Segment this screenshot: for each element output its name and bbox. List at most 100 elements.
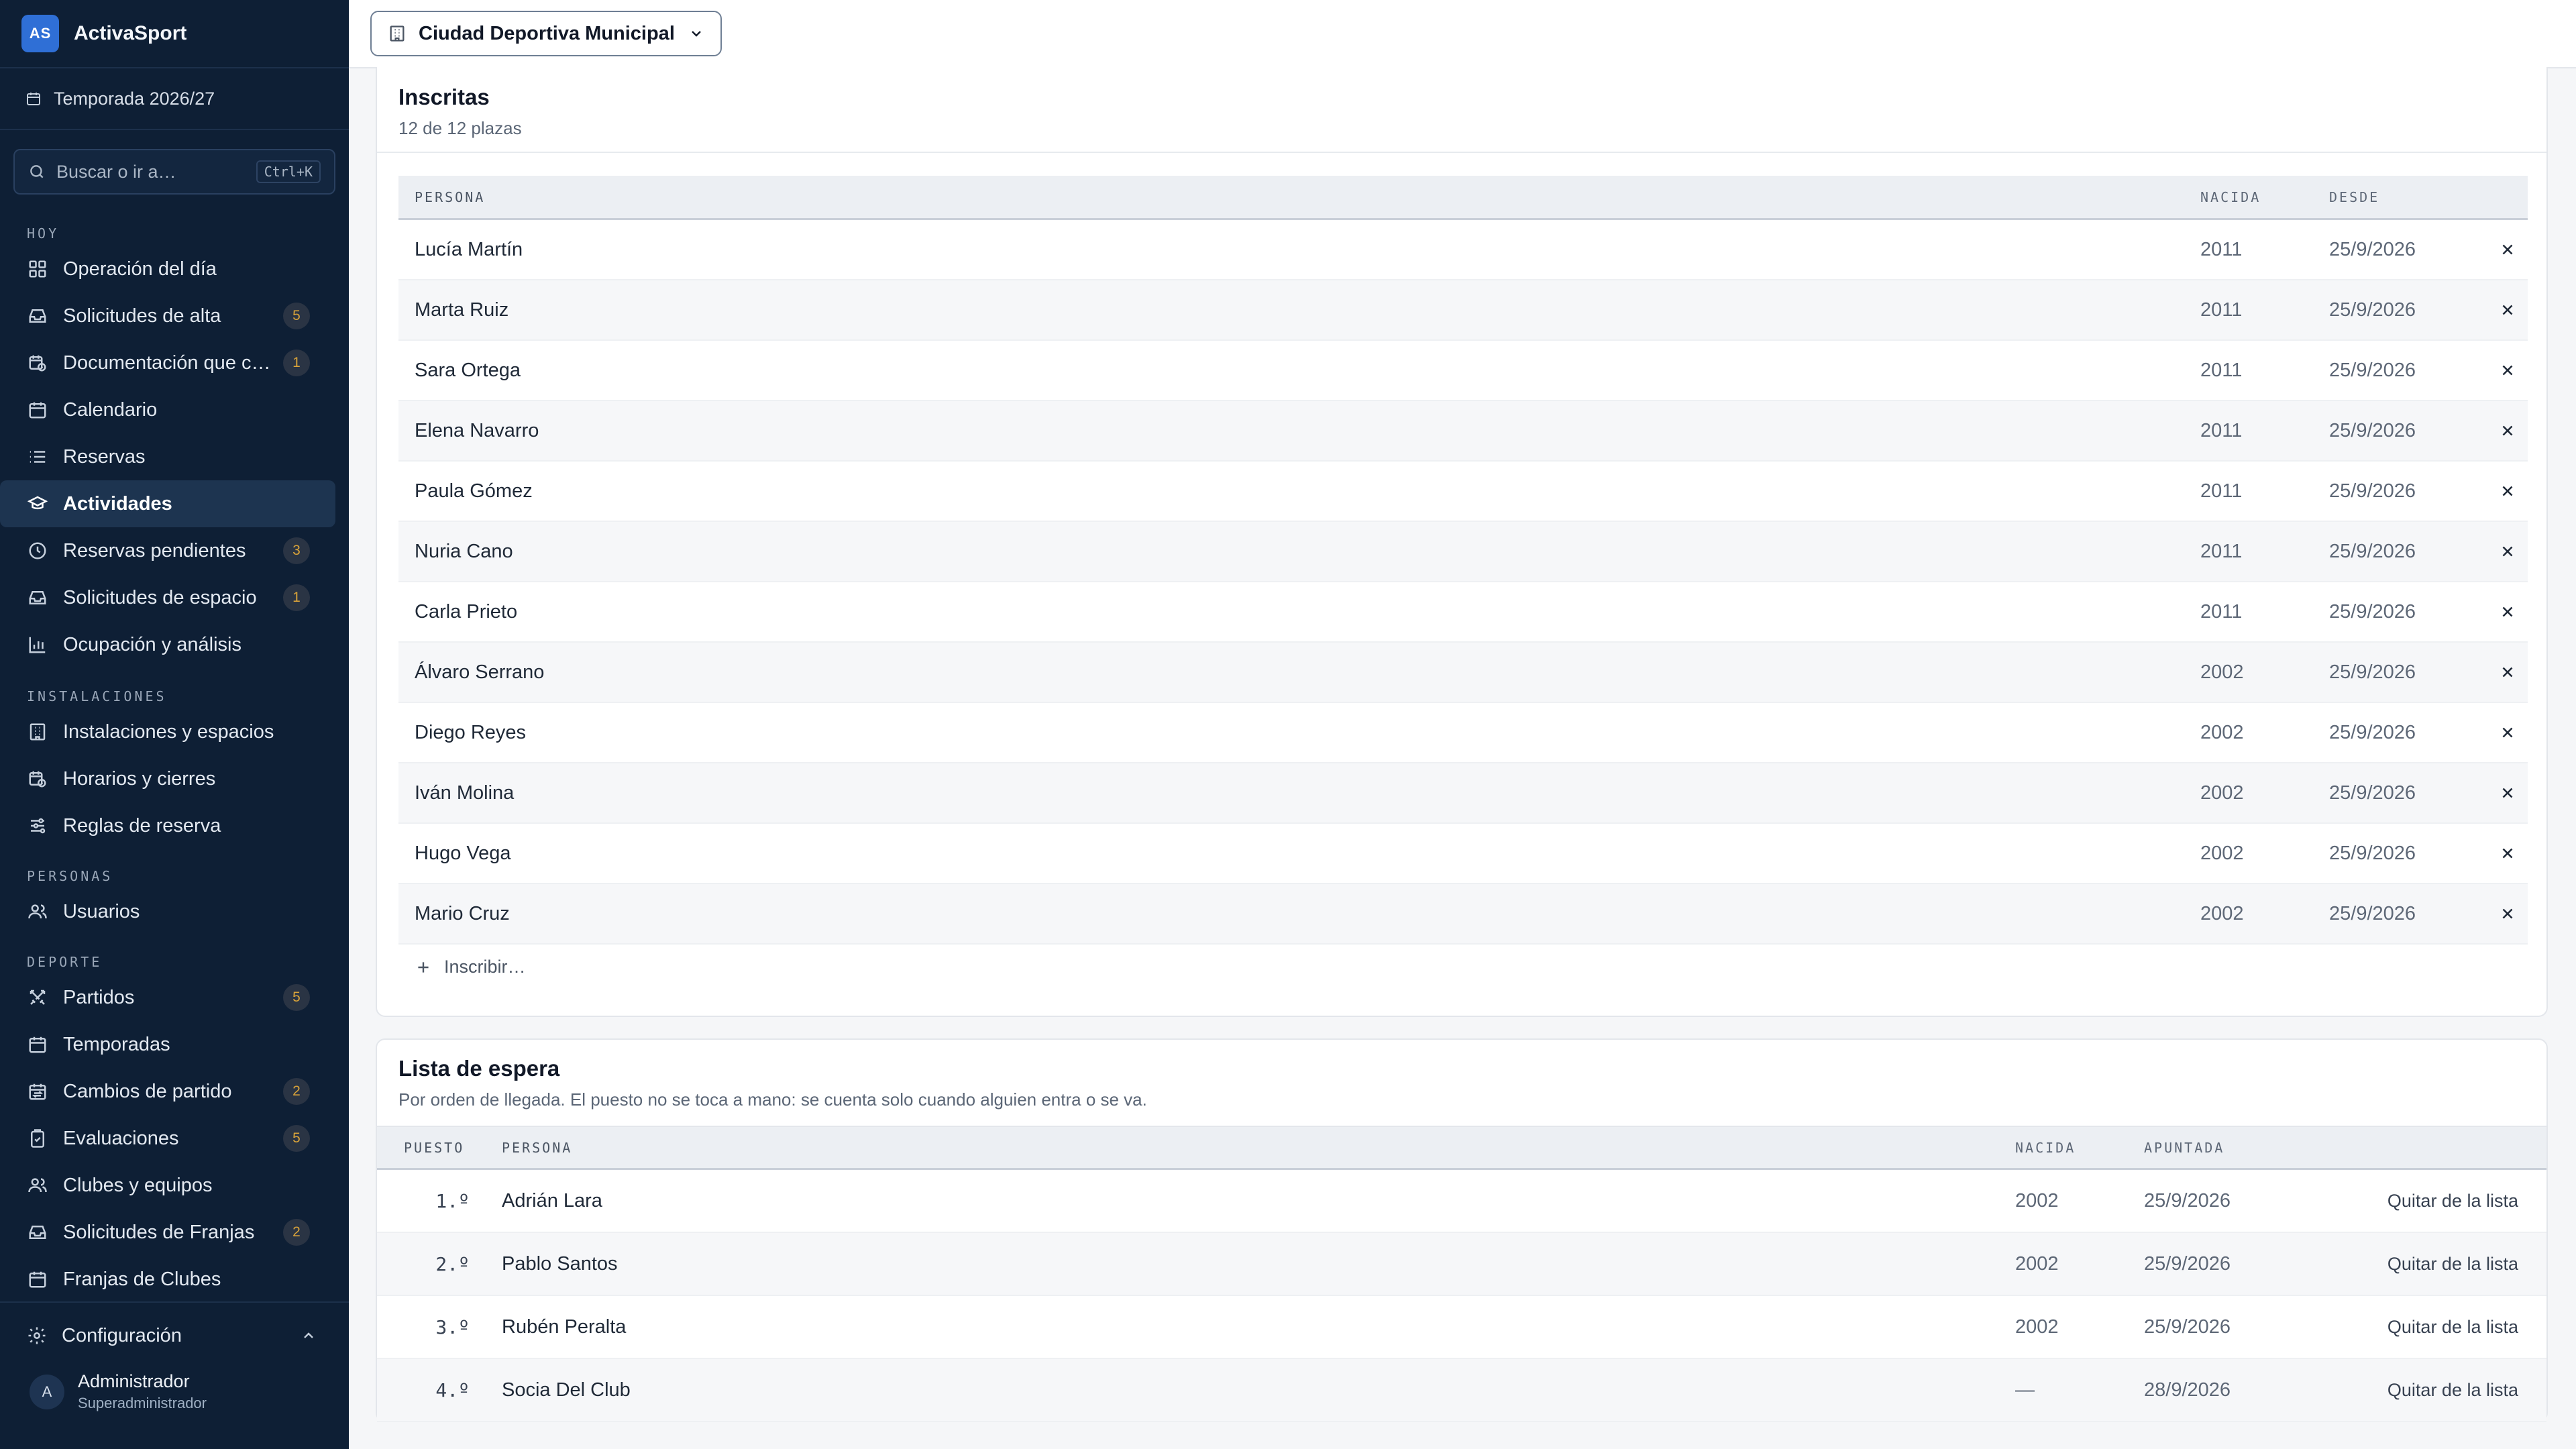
joined-date: 25/9/2026 [2144, 1252, 2231, 1275]
sidebar-item-label: Horarios y cierres [63, 767, 216, 790]
remove-button[interactable] [2487, 241, 2528, 258]
remove-from-list-button[interactable]: Quitar de la lista [2345, 1254, 2546, 1275]
table-row: 1.º Adrián Lara 2002 25/9/2026 Quitar de la … [377, 1170, 2546, 1233]
birth-year: 2011 [2200, 600, 2243, 623]
sidebar-item-label: Documentación que ca… [63, 352, 276, 374]
close-icon [2502, 908, 2513, 919]
remove-button[interactable] [2487, 301, 2528, 319]
count-badge: 3 [283, 537, 310, 564]
remove-from-list-button[interactable]: Quitar de la lista [2345, 1317, 2546, 1338]
app-name: ActivaSport [74, 22, 187, 44]
sidebar-item-solicitudes-de-alta[interactable]: Solicitudes de alta 5 [0, 292, 335, 339]
waitlist-table-header: PUESTO PERSONA NACIDA APUNTADA [377, 1126, 2546, 1170]
sidebar-item-label: Reglas de reserva [63, 814, 221, 837]
sidebar-item-instalaciones-y-espacios[interactable]: Instalaciones y espacios [0, 708, 335, 755]
user-profile[interactable]: A Administrador Superadministrador [0, 1371, 349, 1412]
birth-year: 2011 [2200, 480, 2243, 502]
building-icon [390, 25, 405, 42]
column-position: PUESTO [404, 1139, 465, 1156]
sidebar-item-ocupacion-y-analisis[interactable]: Ocupación y análisis [0, 621, 335, 668]
sidebar-item-franjas-de-clubes[interactable]: Franjas de Clubes [0, 1256, 335, 1303]
brand[interactable]: AS ActivaSport [0, 0, 349, 68]
enrolled-since: 25/9/2026 [2329, 299, 2416, 321]
search-input[interactable]: Buscar o ir a… Ctrl+K [13, 149, 335, 195]
birth-year: 2011 [2200, 299, 2243, 321]
configuration-label: Configuración [62, 1324, 182, 1346]
search-shortcut: Ctrl+K [256, 160, 321, 183]
enroll-button[interactable]: Inscribir… [415, 957, 526, 977]
sidebar-item-temporadas[interactable]: Temporadas [0, 1021, 335, 1068]
sidebar-item-reservas[interactable]: Reservas [0, 433, 335, 480]
remove-button[interactable] [2487, 905, 2528, 922]
remove-button[interactable] [2487, 784, 2528, 802]
season-selector[interactable]: Temporada 2026/27 [0, 68, 349, 130]
sidebar-item-solicitudes-de-espacio[interactable]: Solicitudes de espacio 1 [0, 574, 335, 621]
sliders-icon [31, 818, 46, 834]
enrolled-since: 25/9/2026 [2329, 842, 2416, 864]
sidebar-item-label: Actividades [63, 492, 172, 515]
sidebar-item-partidos[interactable]: Partidos 5 [0, 974, 335, 1021]
sidebar-item-actividades[interactable]: Actividades [0, 480, 335, 527]
enrolled-since: 25/9/2026 [2329, 782, 2416, 804]
remove-button[interactable] [2487, 422, 2528, 439]
sidebar-nav: HOY Operación del día Solicitudes de alta 5… [0, 213, 349, 1309]
season-label: Temporada 2026/27 [54, 88, 215, 109]
birth-year: 2011 [2200, 359, 2243, 381]
graduation-cap-icon [28, 496, 48, 510]
sidebar-item-operacion-del-dia[interactable]: Operación del día [0, 246, 335, 292]
sidebar-item-documentacion-que-ca[interactable]: Documentación que ca… 1 [0, 339, 335, 386]
count-badge: 5 [283, 303, 310, 329]
users-icon [28, 1178, 47, 1193]
birth-year: — [2015, 1379, 2035, 1401]
sidebar-item-calendario[interactable]: Calendario [0, 386, 335, 433]
sidebar-item-evaluaciones[interactable]: Evaluaciones 5 [0, 1115, 335, 1162]
remove-from-list-button[interactable]: Quitar de la lista [2345, 1380, 2546, 1401]
sidebar-item-horarios-y-cierres[interactable]: Horarios y cierres [0, 755, 335, 802]
waitlist-title: Lista de espera [398, 1056, 560, 1081]
remove-button[interactable] [2487, 603, 2528, 621]
venue-label: Ciudad Deportiva Municipal [419, 22, 675, 44]
joined-date: 28/9/2026 [2144, 1379, 2231, 1401]
count-badge: 2 [283, 1219, 310, 1246]
calendar-clock-icon [29, 355, 46, 372]
table-row: Nuria Cano 2011 25/9/2026 [398, 522, 2528, 582]
sidebar-section-label: INSTALACIONES [27, 688, 167, 704]
sidebar-item-cambios-de-partido[interactable]: Cambios de partido 2 [0, 1068, 335, 1115]
sidebar-item-reservas-pendientes[interactable]: Reservas pendientes 3 [0, 527, 335, 574]
remove-from-list-button[interactable]: Quitar de la lista [2345, 1191, 2546, 1212]
person-name: Socia Del Club [502, 1379, 631, 1401]
table-row: 2.º Pablo Santos 2002 25/9/2026 Quitar de la… [377, 1233, 2546, 1296]
calendar-swap-icon [29, 1083, 46, 1100]
remove-button[interactable] [2487, 543, 2528, 560]
remove-button[interactable] [2487, 362, 2528, 379]
remove-button[interactable] [2487, 845, 2528, 862]
user-role: Superadministrador [78, 1395, 207, 1411]
list-icon [30, 451, 46, 463]
sidebar-item-label: Calendario [63, 398, 158, 421]
waitlist-position: 1.º [435, 1189, 470, 1212]
remove-button[interactable] [2487, 663, 2528, 681]
sidebar-item-reglas-de-reserva[interactable]: Reglas de reserva [0, 802, 335, 849]
sidebar-item-label: Operación del día [63, 258, 217, 280]
count-badge: 1 [283, 350, 310, 376]
sidebar-item-clubes-y-equipos[interactable]: Clubes y equipos [0, 1162, 335, 1209]
remove-button[interactable] [2487, 724, 2528, 741]
person-name: Adrián Lara [502, 1189, 602, 1212]
person-name: Pablo Santos [502, 1252, 618, 1275]
birth-year: 2011 [2200, 238, 2243, 260]
enrolled-since: 25/9/2026 [2329, 238, 2416, 260]
close-icon [2502, 667, 2513, 678]
configuration-toggle[interactable]: Configuración [0, 1312, 349, 1359]
sidebar-item-label: Reservas [63, 445, 146, 468]
sidebar-item-solicitudes-de-franjas[interactable]: Solicitudes de Franjas 2 [0, 1209, 335, 1256]
remove-button[interactable] [2487, 482, 2528, 500]
birth-year: 2002 [2200, 721, 2244, 743]
sidebar-item-usuarios[interactable]: Usuarios [0, 888, 335, 935]
app-logo: AS [21, 15, 59, 52]
venue-selector[interactable]: Ciudad Deportiva Municipal [370, 11, 722, 56]
sidebar-item-label: Franjas de Clubes [63, 1268, 221, 1290]
waitlist-card: Lista de espera Por orden de llegada. El… [376, 1038, 2548, 1422]
enrolled-since: 25/9/2026 [2329, 359, 2416, 381]
calendar-icon [29, 402, 46, 419]
table-row: Diego Reyes 2002 25/9/2026 [398, 703, 2528, 763]
